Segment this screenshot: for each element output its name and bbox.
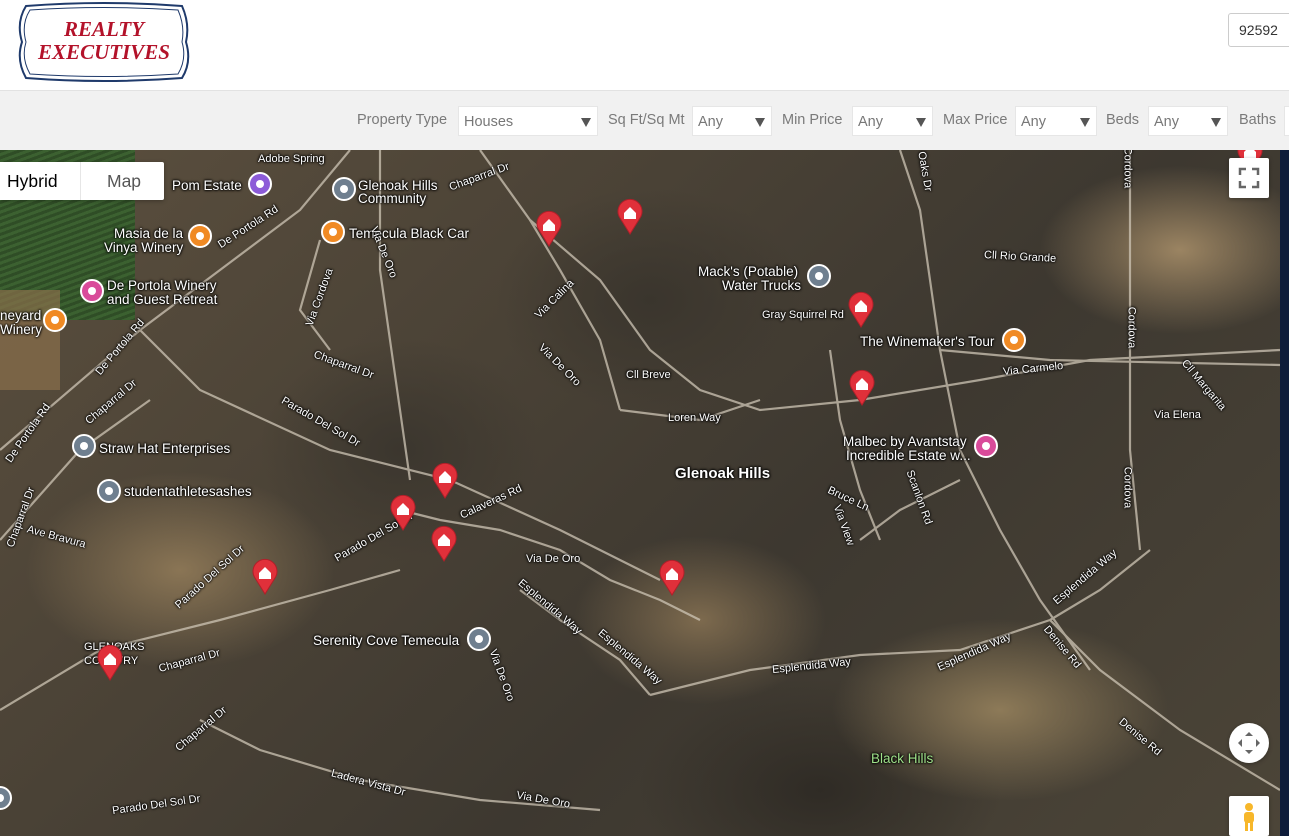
beds-value: Any (1154, 114, 1179, 130)
site-header: REALTY EXECUTIVES (0, 0, 1289, 90)
caret-down-icon (581, 118, 591, 127)
listing-house-icon[interactable] (251, 557, 279, 595)
road-label: Cll Breve (626, 369, 671, 381)
listing-house-icon[interactable] (848, 368, 876, 406)
place-label: studentathletesashes (124, 484, 252, 499)
max-price-select[interactable]: Any (1015, 106, 1097, 136)
fullscreen-button[interactable] (1229, 158, 1269, 198)
place-pin-icon[interactable] (467, 627, 491, 651)
filter-bar: Property Type Houses Sq Ft/Sq Mt Any Min… (0, 90, 1289, 150)
area-label: Glenoak Hills (675, 465, 771, 482)
place-label: neyard (0, 308, 42, 323)
listing-house-icon[interactable] (431, 461, 459, 499)
place-label: Water Trucks (722, 278, 802, 293)
hybrid-button[interactable]: Hybrid (0, 162, 80, 200)
sqft-value: Any (698, 114, 723, 130)
place-label: The Winemaker's Tour (860, 334, 995, 349)
car-service-icon[interactable] (321, 220, 345, 244)
camera-control-button[interactable] (1229, 723, 1269, 763)
hotel-icon[interactable] (80, 279, 104, 303)
winery-icon[interactable] (188, 224, 212, 248)
min-price-select[interactable]: Any (852, 106, 933, 136)
min-price-value: Any (858, 114, 883, 130)
realty-executives-logo[interactable]: REALTY EXECUTIVES (14, 2, 194, 82)
hotel-icon[interactable] (248, 172, 272, 196)
place-label: Pom Estate (172, 178, 242, 193)
listing-house-icon[interactable] (658, 558, 686, 596)
fullscreen-icon (1238, 167, 1260, 189)
sqft-label: Sq Ft/Sq Mt (608, 112, 685, 128)
place-label: Serenity Cove Temecula (313, 633, 460, 648)
listing-house-icon[interactable] (616, 197, 644, 235)
caret-down-icon (755, 118, 765, 127)
listing-house-icon[interactable] (535, 209, 563, 247)
winery-icon[interactable] (43, 308, 67, 332)
place-label: Adobe Spring (258, 153, 325, 165)
listing-house-icon[interactable] (389, 493, 417, 531)
place-label: Masia de la (114, 226, 184, 241)
beds-select[interactable]: Any (1148, 106, 1228, 136)
road-label: Via De Oro (526, 553, 581, 565)
place-label: and Guest Retreat (107, 292, 218, 307)
property-type-select[interactable]: Houses (458, 106, 598, 136)
area-label: Black Hills (871, 751, 934, 766)
road-label: Cordova (1121, 466, 1134, 509)
winery-icon[interactable] (1002, 328, 1026, 352)
road-label: Via Elena (1154, 409, 1201, 421)
sqft-select[interactable]: Any (692, 106, 772, 136)
max-price-value: Any (1021, 114, 1046, 130)
caret-down-icon (1080, 118, 1090, 127)
pegman-icon (1244, 803, 1254, 831)
side-panel-edge (1280, 150, 1289, 836)
place-pin-icon[interactable] (72, 434, 96, 458)
place-pin-icon[interactable] (332, 177, 356, 201)
road-label: Loren Way (668, 412, 721, 424)
min-price-label: Min Price (782, 112, 843, 128)
property-type-value: Houses (464, 114, 514, 130)
listing-house-icon[interactable] (847, 290, 875, 328)
place-label: Malbec by Avantstay (843, 434, 967, 449)
property-type-label: Property Type (357, 112, 448, 128)
map-button[interactable]: Map (80, 162, 164, 200)
caret-down-icon (1211, 118, 1221, 127)
school-icon[interactable] (97, 479, 121, 503)
caret-down-icon (916, 118, 926, 127)
place-label: Community (358, 191, 427, 206)
road-label: Cordova (1125, 306, 1138, 349)
place-label: Winery (0, 322, 43, 337)
logo-line1: REALTY (63, 17, 146, 41)
road-label: Gray Squirrel Rd (762, 309, 844, 321)
map-type-control: Hybrid Map (0, 162, 164, 200)
street-view-pegman-button[interactable] (1229, 796, 1269, 836)
listing-house-icon[interactable] (430, 524, 458, 562)
listing-house-icon[interactable] (96, 643, 124, 681)
place-label: De Portola Winery (107, 278, 217, 293)
max-price-label: Max Price (943, 112, 1008, 128)
map-view[interactable]: Hybrid Map Adobe Spring Pom Estate Gleno… (0, 150, 1280, 836)
place-label: Straw Hat Enterprises (99, 441, 231, 456)
place-pin-icon[interactable] (807, 264, 831, 288)
zip-search-input[interactable] (1228, 13, 1289, 47)
pan-arrows-icon (1238, 732, 1260, 754)
hotel-icon[interactable] (974, 434, 998, 458)
baths-select[interactable] (1284, 106, 1289, 136)
place-label: Mack's (Potable) (698, 264, 799, 279)
road-label: Cordova (1121, 150, 1134, 189)
logo-line2: EXECUTIVES (37, 40, 170, 64)
place-label: Vinya Winery (104, 240, 184, 255)
place-label: Incredible Estate w... (846, 448, 971, 463)
beds-label: Beds (1106, 112, 1140, 128)
baths-label: Baths (1239, 112, 1277, 128)
